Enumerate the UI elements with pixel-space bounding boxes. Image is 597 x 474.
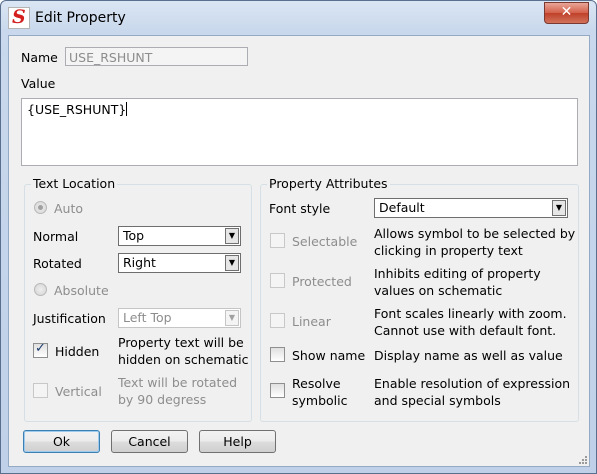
linear-label: Linear bbox=[292, 314, 331, 329]
linear-checkbox[interactable] bbox=[270, 313, 285, 328]
resolve-desc-line2: and special symbols bbox=[374, 393, 501, 408]
show-name-label: Show name bbox=[292, 348, 366, 363]
auto-label: Auto bbox=[54, 201, 84, 216]
resolve-desc-line1: Enable resolution of expression bbox=[374, 376, 571, 391]
hidden-checkbox[interactable]: ✓ bbox=[33, 341, 48, 358]
selectable-desc-line2: clicking in property text bbox=[374, 243, 523, 258]
ok-button[interactable]: Ok bbox=[23, 430, 100, 453]
rotated-label: Rotated bbox=[33, 256, 82, 271]
help-button[interactable]: Help bbox=[199, 430, 276, 453]
resolve-label-line1: Resolve bbox=[292, 376, 341, 391]
resolve-symbolic-label: Resolve symbolic bbox=[292, 375, 348, 409]
dialog-title: Edit Property bbox=[35, 10, 126, 26]
selectable-desc-line1: Allows symbol to be selected by bbox=[374, 226, 576, 241]
property-attributes-title: Property Attributes bbox=[267, 176, 390, 191]
normal-value: Top bbox=[123, 228, 145, 243]
auto-radio[interactable] bbox=[34, 201, 47, 214]
dialog-body: Name USE_RSHUNT Value {USE_RSHUNT} Text … bbox=[8, 35, 590, 467]
rotated-select[interactable]: Right ▼ bbox=[118, 253, 241, 273]
justification-label: Justification bbox=[33, 311, 106, 326]
normal-label: Normal bbox=[33, 229, 79, 244]
selectable-description: Allows symbol to be selected by clicking… bbox=[374, 225, 575, 259]
selectable-checkbox[interactable] bbox=[270, 233, 285, 248]
show-name-checkbox[interactable] bbox=[270, 347, 285, 362]
cancel-button[interactable]: Cancel bbox=[111, 430, 188, 453]
dialog-window: S Edit Property ✕ Name USE_RSHUNT Value … bbox=[0, 0, 597, 474]
value-text: {USE_RSHUNT} bbox=[27, 102, 127, 117]
protected-desc-line1: Inhibits editing of property bbox=[374, 266, 541, 281]
absolute-radio[interactable] bbox=[34, 283, 47, 296]
resolve-symbolic-checkbox[interactable] bbox=[270, 383, 285, 398]
vertical-desc-line1: Text will be rotated bbox=[118, 375, 238, 390]
dropdown-arrow-icon: ▼ bbox=[225, 228, 239, 244]
value-textarea[interactable]: {USE_RSHUNT} bbox=[21, 98, 578, 166]
show-name-description: Display name as well as value bbox=[374, 348, 563, 363]
rotated-value: Right bbox=[123, 255, 156, 270]
justification-select[interactable]: Left Top ▼ bbox=[118, 308, 241, 328]
protected-label: Protected bbox=[292, 274, 352, 289]
selectable-label: Selectable bbox=[292, 234, 358, 249]
dropdown-arrow-icon: ▼ bbox=[552, 200, 566, 216]
linear-description: Font scales linearly with zoom. Cannot u… bbox=[374, 305, 567, 339]
hidden-description: Property text will be hidden on schemati… bbox=[118, 334, 248, 368]
linear-desc-line2: Cannot use with default font. bbox=[374, 323, 557, 338]
vertical-description: Text will be rotated by 90 degress bbox=[118, 374, 237, 408]
title-bar[interactable]: S Edit Property ✕ bbox=[1, 1, 596, 35]
close-button[interactable]: ✕ bbox=[544, 2, 589, 24]
check-icon: ✓ bbox=[35, 341, 46, 356]
text-caret bbox=[126, 102, 128, 116]
name-field: USE_RSHUNT bbox=[65, 47, 248, 66]
dropdown-arrow-icon: ▼ bbox=[225, 310, 239, 326]
app-logo-icon: S bbox=[8, 6, 30, 29]
dropdown-arrow-icon: ▼ bbox=[225, 255, 239, 271]
font-style-value: Default bbox=[379, 200, 425, 215]
font-style-select[interactable]: Default ▼ bbox=[374, 198, 568, 218]
resize-grip-icon[interactable] bbox=[577, 454, 587, 464]
name-label: Name bbox=[21, 50, 58, 65]
font-style-label: Font style bbox=[269, 201, 331, 216]
hidden-label: Hidden bbox=[55, 344, 100, 359]
resolve-label-line2: symbolic bbox=[292, 393, 348, 408]
absolute-label: Absolute bbox=[54, 283, 109, 298]
justification-value: Left Top bbox=[123, 310, 172, 325]
protected-desc-line2: values on schematic bbox=[374, 283, 503, 298]
text-location-title: Text Location bbox=[31, 176, 118, 191]
protected-description: Inhibits editing of property values on s… bbox=[374, 265, 541, 299]
hidden-desc-line2: hidden on schematic bbox=[118, 352, 249, 367]
value-label: Value bbox=[21, 76, 56, 91]
linear-desc-line1: Font scales linearly with zoom. bbox=[374, 306, 567, 321]
vertical-checkbox[interactable] bbox=[33, 383, 48, 398]
normal-select[interactable]: Top ▼ bbox=[118, 226, 241, 246]
resolve-symbolic-description: Enable resolution of expression and spec… bbox=[374, 375, 570, 409]
hidden-desc-line1: Property text will be bbox=[118, 335, 244, 350]
protected-checkbox[interactable] bbox=[270, 273, 285, 288]
vertical-label: Vertical bbox=[55, 384, 102, 399]
vertical-desc-line2: by 90 degress bbox=[118, 392, 207, 407]
